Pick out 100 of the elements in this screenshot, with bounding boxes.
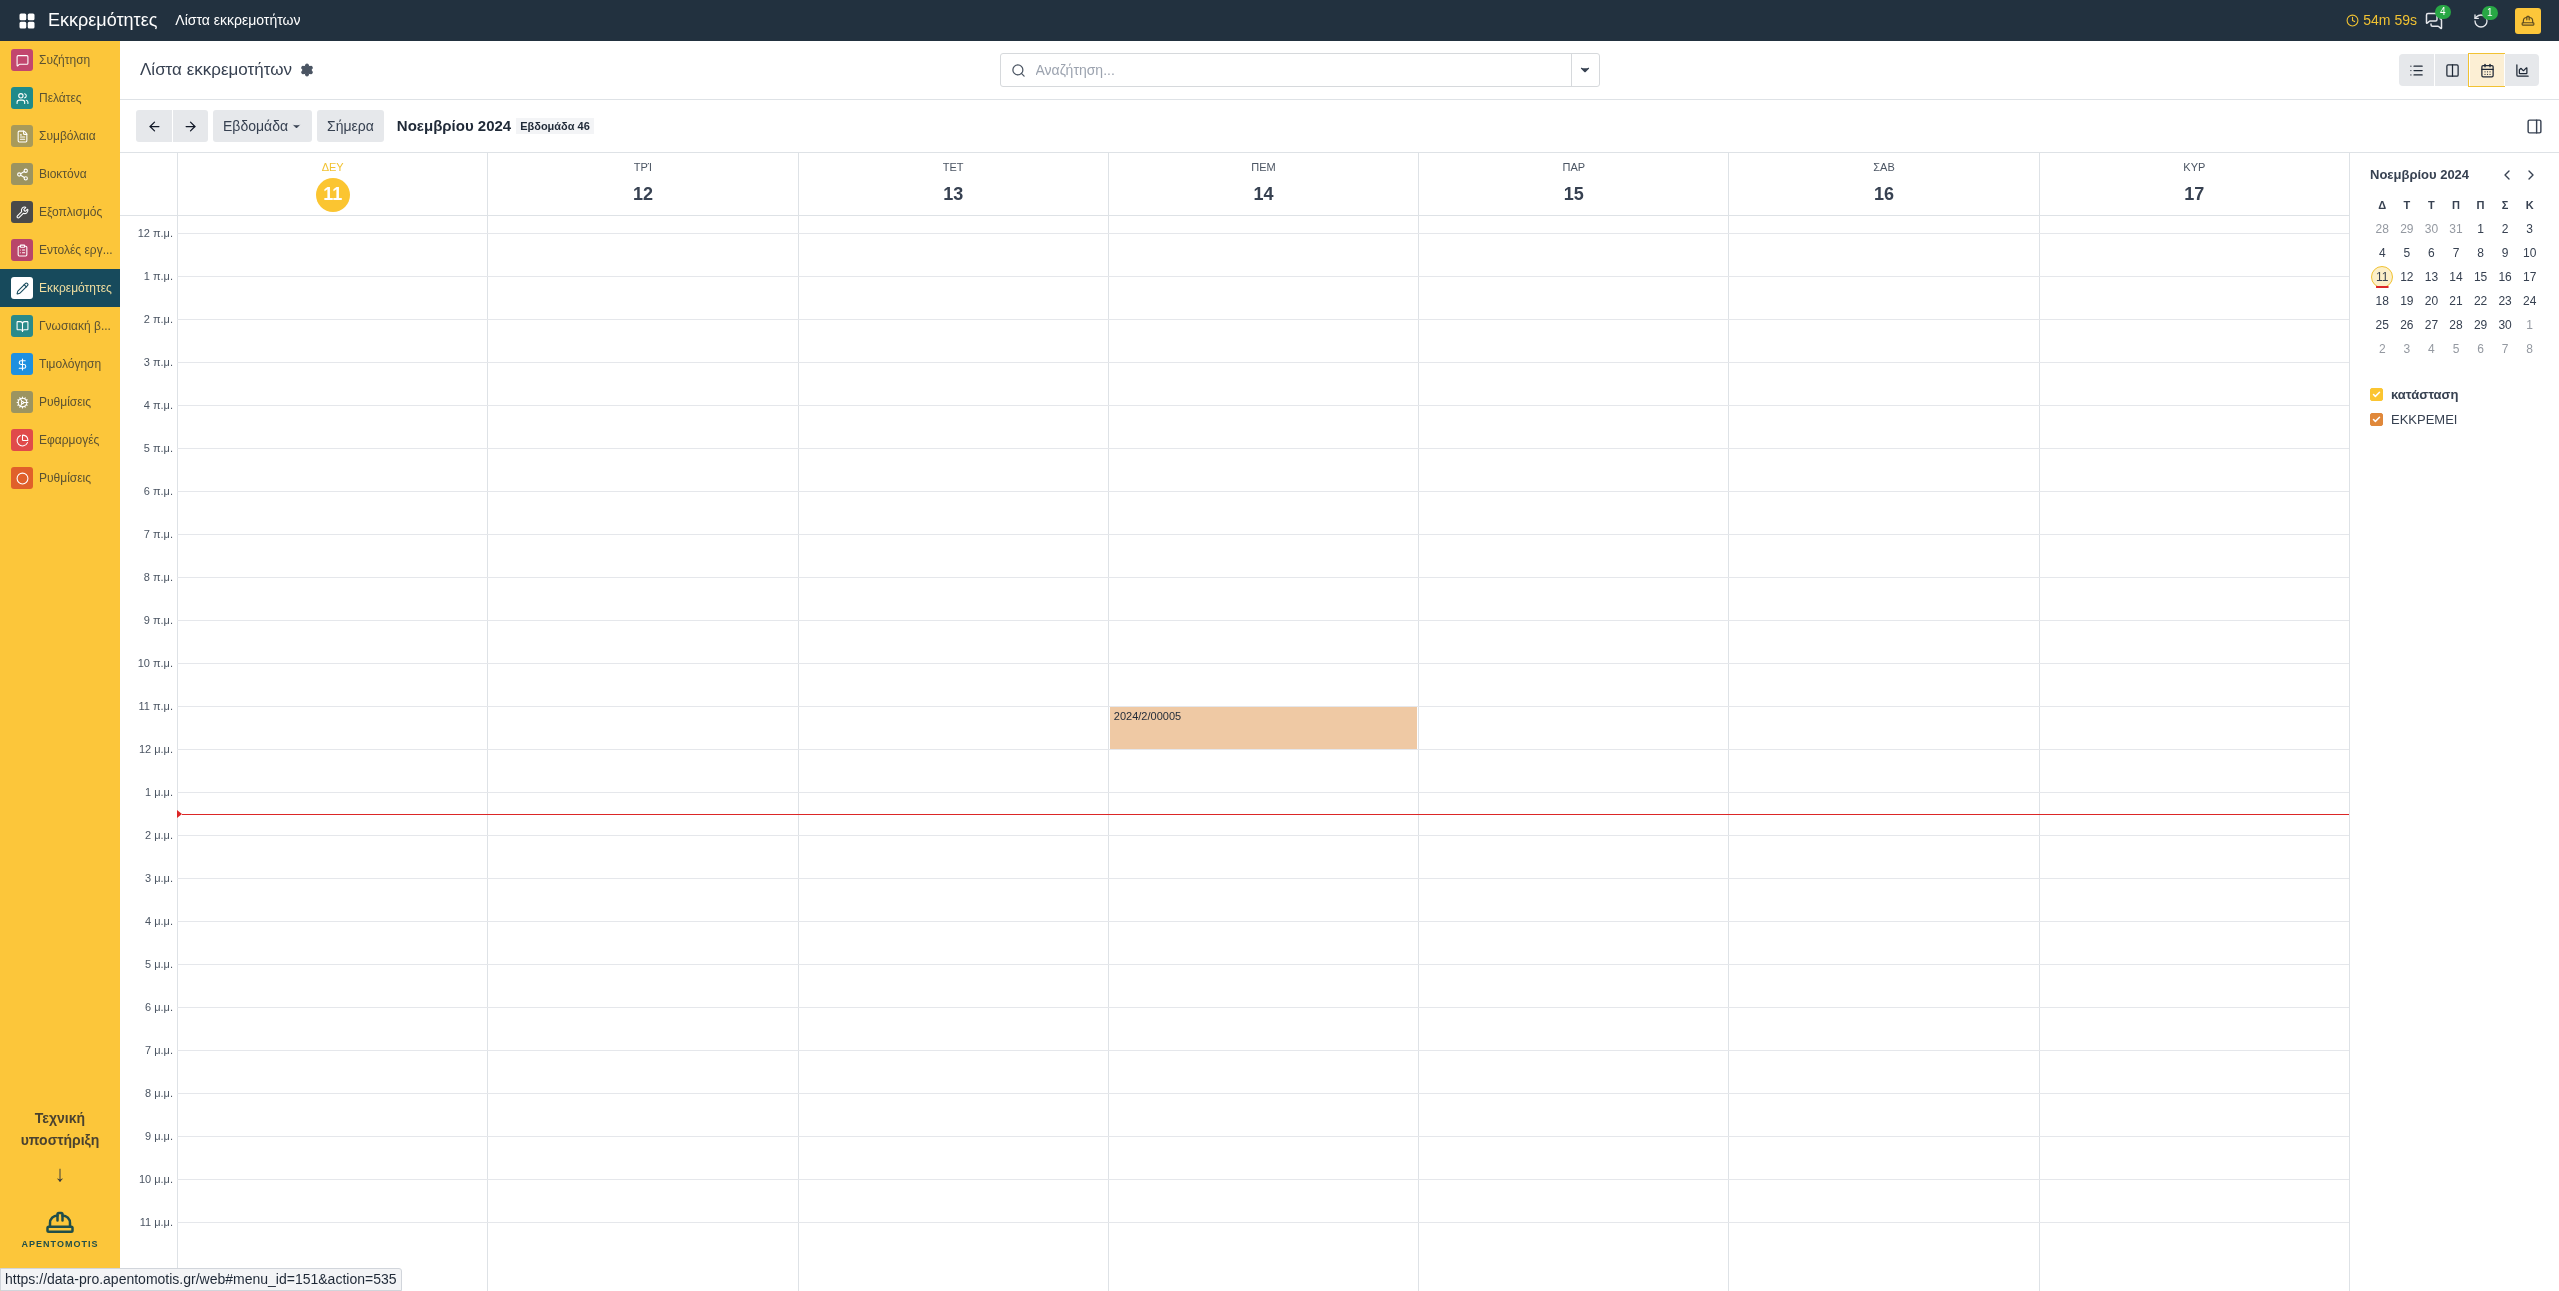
hour-label: 12 π.μ.: [137, 226, 173, 240]
weekday-initial: Π: [2475, 197, 2486, 213]
settings-icon[interactable]: [299, 63, 314, 77]
app-title[interactable]: Εκκρεμότητες: [48, 7, 158, 34]
filter-checkbox[interactable]: [2370, 387, 2383, 401]
weekday-initial: Κ: [2524, 197, 2535, 213]
support-label[interactable]: Τεχνική υποστήριξη: [10, 1106, 110, 1151]
sidebar-item[interactable]: Εξοπλισμός: [0, 193, 120, 231]
search-field[interactable]: Αναζήτηση...: [999, 53, 1600, 87]
mini-calendar-day[interactable]: 3: [2518, 217, 2541, 240]
hour-label: 8 μ.μ.: [145, 1086, 173, 1100]
weekday-label: ΠΑΡ: [1562, 160, 1586, 175]
mini-calendar-day[interactable]: 29: [2469, 313, 2492, 336]
hour-label: 1 π.μ.: [143, 269, 173, 283]
weekday-label: ΚΥΡ: [2183, 160, 2206, 175]
day-number[interactable]: 13: [936, 177, 971, 212]
logo-text: APENTOMOTIS: [21, 1237, 99, 1251]
mini-calendar-day[interactable]: 18: [2371, 289, 2394, 312]
mini-calendar-day[interactable]: 25: [2371, 313, 2394, 336]
side-panel-toggle-icon[interactable]: [2526, 117, 2543, 135]
sidebar-item[interactable]: Τιμολόγηση: [0, 345, 120, 383]
sidebar-item[interactable]: Συζήτηση: [0, 41, 120, 79]
mini-calendar-day[interactable]: 27: [2420, 313, 2443, 336]
mini-calendar-day[interactable]: 1: [2469, 217, 2492, 240]
sidebar-item[interactable]: Εντολές εργ...: [0, 231, 120, 269]
week-badge: Εβδομάδα 46: [516, 117, 594, 135]
filter-label: κατάσταση: [2391, 385, 2459, 404]
sidebar-item[interactable]: Εκκρεμότητες: [0, 269, 120, 307]
mini-calendar-day[interactable]: 16: [2494, 265, 2517, 288]
today-button[interactable]: Σήμερα: [317, 110, 384, 142]
weekday-label: ΤΡΊ: [633, 160, 653, 175]
mini-calendar-day[interactable]: 26: [2395, 313, 2418, 336]
kanban-view-icon: [2444, 62, 2460, 78]
sidebar-item[interactable]: Ρυθμίσεις: [0, 383, 120, 421]
mini-calendar-day[interactable]: 24: [2518, 289, 2541, 312]
breadcrumb-link[interactable]: Λίστα εκκρεμοτήτων: [175, 10, 301, 31]
mini-calendar-day[interactable]: 2: [2494, 217, 2517, 240]
hour-label: 11 μ.μ.: [139, 1215, 173, 1229]
clock-icon: [2346, 14, 2360, 27]
mini-calendar-day[interactable]: 11: [2371, 265, 2394, 288]
sidebar-item[interactable]: Εφαρμογές: [0, 421, 120, 459]
mini-calendar-day[interactable]: 13: [2420, 265, 2443, 288]
timer-text[interactable]: 54m 59s: [2363, 10, 2417, 31]
weekday-initial: Τ: [2427, 197, 2436, 213]
mini-calendar-day[interactable]: 23: [2494, 289, 2517, 312]
page-title: Λίστα εκκρεμοτήτων: [140, 59, 292, 82]
calendar-event[interactable]: 2024/2/00005: [1109, 706, 1418, 749]
mini-calendar-day[interactable]: 28: [2445, 313, 2467, 336]
mini-calendar-title: Νοεμβρίου 2024: [2370, 166, 2470, 184]
mini-calendar-day[interactable]: 12: [2395, 265, 2418, 288]
search-input[interactable]: Αναζήτηση...: [1035, 59, 1571, 81]
status-url-tooltip: https://data-pro.apentomotis.gr/web#menu_id=151&action=535: [0, 1268, 402, 1291]
hour-label: 7 μ.μ.: [145, 1043, 173, 1057]
apps-menu-icon[interactable]: [18, 11, 36, 30]
day-number[interactable]: 14: [1246, 177, 1281, 212]
sidebar-item[interactable]: Ρυθμίσεις: [0, 459, 120, 497]
hour-label: 10 π.μ.: [137, 656, 173, 670]
mini-calendar-day[interactable]: 17: [2518, 265, 2541, 288]
mini-calendar-day[interactable]: 9: [2494, 241, 2517, 264]
day-number[interactable]: 17: [2177, 177, 2212, 212]
weekday-initial: Τ: [2402, 197, 2412, 213]
view-switch-button[interactable]: [2469, 54, 2504, 86]
filter-checkbox[interactable]: [2370, 413, 2383, 427]
day-number[interactable]: 15: [1556, 177, 1591, 212]
sidebar-item[interactable]: Βιοκτόνα: [0, 155, 120, 193]
hour-label: 4 π.μ.: [143, 398, 173, 412]
hour-label: 8 π.μ.: [143, 570, 173, 584]
mini-calendar-day[interactable]: 22: [2469, 289, 2492, 312]
hour-label: 6 π.μ.: [143, 484, 173, 498]
mini-calendar-day[interactable]: 7: [2445, 241, 2467, 264]
day-number[interactable]: 16: [1867, 177, 1902, 212]
mini-calendar-day[interactable]: 14: [2445, 265, 2467, 288]
mini-calendar-day[interactable]: 21: [2445, 289, 2467, 312]
hour-label: 4 μ.μ.: [145, 914, 173, 928]
scale-dropdown[interactable]: Εβδομάδα: [213, 110, 313, 142]
activity-count-badge: 1: [2482, 5, 2498, 20]
weekday-initial: Σ: [2500, 197, 2510, 213]
mini-calendar-day[interactable]: 20: [2420, 289, 2443, 312]
mini-calendar-day[interactable]: 19: [2395, 289, 2418, 312]
hour-label: 1 μ.μ.: [145, 785, 173, 799]
day-number[interactable]: 12: [625, 177, 660, 212]
sidebar-item[interactable]: Συμβόλαια: [0, 117, 120, 155]
hour-label: 7 π.μ.: [143, 527, 173, 541]
weekday-label: ΠΕΜ: [1251, 160, 1276, 175]
mini-calendar-day[interactable]: 4: [2371, 241, 2394, 264]
mini-calendar-day[interactable]: 30: [2494, 313, 2517, 336]
mini-calendar-day[interactable]: 5: [2395, 241, 2418, 264]
weekday-label: ΣΑΒ: [1873, 160, 1895, 175]
hour-label: 10 μ.μ.: [138, 1172, 173, 1186]
down-arrow: ↓: [54, 1159, 66, 1188]
mini-calendar-day[interactable]: 8: [2469, 241, 2492, 264]
weekday-initial: Δ: [2377, 197, 2388, 213]
mini-calendar-day[interactable]: 6: [2420, 241, 2443, 264]
calendar-view-icon: [2479, 62, 2495, 78]
mini-calendar-day[interactable]: 15: [2469, 265, 2492, 288]
sidebar-item[interactable]: Πελάτες: [0, 79, 120, 117]
user-avatar[interactable]: [2515, 7, 2541, 34]
hour-label: 2 π.μ.: [143, 312, 173, 326]
sidebar-item[interactable]: Γνωσιακή β...: [0, 307, 120, 345]
mini-calendar-day[interactable]: 10: [2518, 241, 2541, 264]
